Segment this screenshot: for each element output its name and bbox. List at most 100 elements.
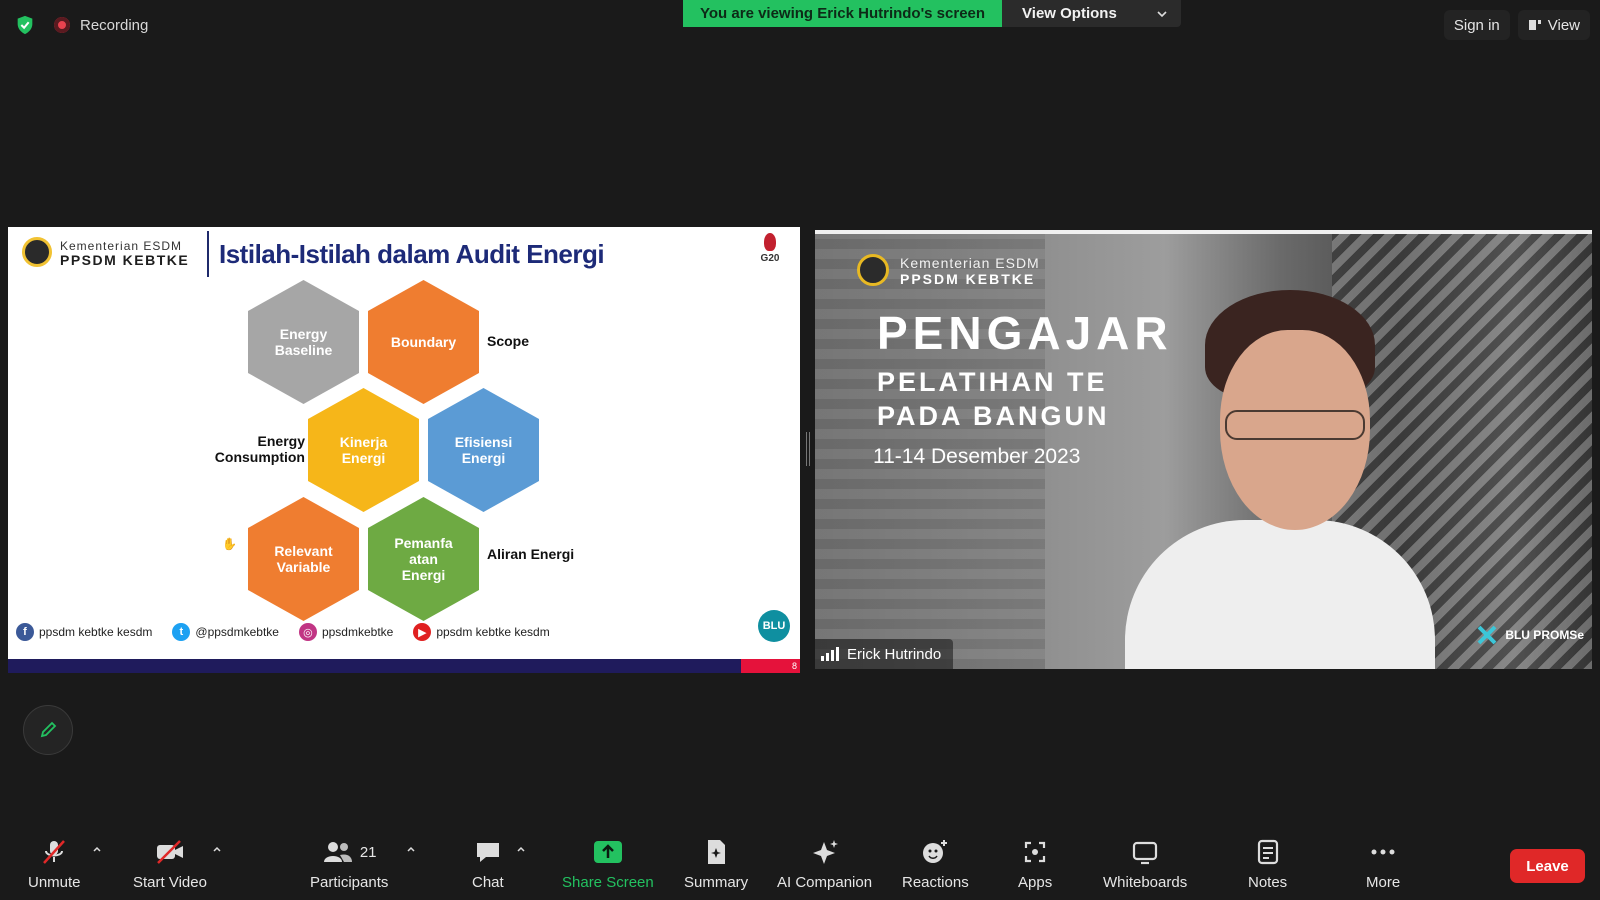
video-esdm-logo-icon	[857, 254, 889, 286]
apps-icon	[1024, 841, 1046, 863]
annotate-pencil-button[interactable]	[23, 705, 73, 755]
chat-options-caret-icon[interactable]	[516, 844, 526, 854]
sign-in-button[interactable]: Sign in	[1443, 10, 1510, 40]
video-top-border	[815, 230, 1592, 234]
social-twitter: t @ppsdmkebtke	[172, 623, 279, 641]
slide-org-line1: Kementerian ESDM	[60, 239, 183, 253]
esdm-logo-icon	[22, 237, 52, 267]
view-button[interactable]: View	[1517, 10, 1590, 40]
slide-org-line2: PPSDM KEBTKE	[60, 252, 190, 268]
video-background-date: 11-14 Desember 2023	[873, 445, 1081, 468]
chevron-down-icon	[1157, 10, 1167, 17]
footer-brand-text: BLU PROMSe	[1505, 628, 1584, 642]
g20-logo: G20	[758, 233, 782, 273]
leave-button[interactable]: Leave	[1510, 849, 1585, 883]
participants-icon-group: 21	[322, 838, 377, 866]
hexagon-efisiensi-energi: Efisiensi Energi	[428, 388, 539, 512]
summary-button[interactable]: Summary	[684, 838, 748, 891]
social-twitter-text: @ppsdmkebtke	[195, 625, 279, 639]
participants-label: Participants	[310, 874, 389, 891]
top-left-status: Recording	[12, 10, 148, 40]
top-right-controls: Sign in View	[1443, 10, 1590, 40]
participants-icon	[323, 842, 352, 862]
hexagon-kinerja-energi: Kinerja Energi	[308, 388, 419, 512]
shared-screen[interactable]: Kementerian ESDM PPSDM KEBTKE Istilah-Is…	[8, 227, 800, 673]
share-screen-button[interactable]: Share Screen	[562, 838, 654, 891]
promise-logo-icon	[1477, 625, 1497, 645]
reactions-smiley-icon	[923, 840, 948, 863]
meeting-toolbar: Unmute Start Video 21 Participants Chat …	[0, 830, 1600, 900]
split-resize-handle[interactable]	[806, 432, 810, 466]
viewing-screen-label: You are viewing Erick Hutrindo's screen	[683, 0, 1003, 27]
participants-count: 21	[359, 843, 377, 861]
person-glasses	[1225, 410, 1365, 440]
slide-header: Kementerian ESDM PPSDM KEBTKE Istilah-Is…	[8, 227, 800, 283]
social-youtube-text: ppsdm kebtke kesdm	[436, 625, 550, 639]
participant-name-tag: Erick Hutrindo	[815, 639, 954, 669]
video-org-line2: PPSDM KEBTKE	[900, 271, 1036, 287]
notes-icon	[1257, 839, 1278, 865]
mic-muted-icon	[43, 840, 66, 864]
chat-label: Chat	[472, 874, 504, 891]
summary-label: Summary	[684, 874, 749, 891]
participant-person	[1125, 290, 1435, 669]
screen-share-banner: You are viewing Erick Hutrindo's screen …	[683, 0, 1181, 27]
chat-icon	[476, 843, 499, 862]
video-footer-brand: BLU PROMSe	[1475, 623, 1584, 647]
ai-companion-label: AI Companion	[777, 874, 873, 891]
chat-button[interactable]: Chat	[472, 838, 504, 891]
start-video-label: Start Video	[133, 874, 207, 891]
participant-video-tile[interactable]: Kementerian ESDM PPSDM KEBTKE PENGAJAR P…	[815, 230, 1592, 669]
ai-sparkle-icon	[812, 840, 838, 864]
social-links: f ppsdm kebtke kesdm t @ppsdmkebtke ◎ pp…	[16, 623, 550, 641]
recording-indicator[interactable]: Recording	[54, 17, 148, 34]
more-label: More	[1366, 874, 1401, 891]
participant-name: Erick Hutrindo	[847, 645, 942, 663]
blu-logo: BLU	[758, 610, 790, 642]
unmute-button[interactable]: Unmute	[28, 838, 81, 891]
label-aliran-energi: Aliran Energi	[487, 546, 575, 562]
audio-options-caret-icon[interactable]	[92, 844, 102, 854]
view-label: View	[1547, 16, 1580, 34]
facebook-icon: f	[16, 623, 34, 641]
youtube-icon: ▶	[413, 623, 432, 641]
hexagon-pemanfaatan-energi: Pemanfa atan Energi	[368, 497, 479, 621]
slide-page-number: 8	[741, 659, 800, 673]
header-divider	[207, 231, 209, 277]
social-youtube: ▶ ppsdm kebtke kesdm	[413, 623, 550, 641]
g20-label: G20	[760, 253, 780, 264]
social-instagram: ◎ ppsdmkebtke	[298, 623, 393, 641]
sign-in-label: Sign in	[1453, 16, 1500, 34]
label-scope: Scope	[487, 333, 530, 349]
share-screen-icon	[593, 841, 622, 863]
unmute-label: Unmute	[28, 874, 81, 891]
apps-label: Apps	[1018, 874, 1053, 891]
label-energy-consumption: Energy Consumption	[214, 433, 305, 466]
video-off-icon	[156, 840, 183, 864]
connection-signal-icon	[821, 647, 839, 661]
security-shield-icon[interactable]	[12, 12, 38, 38]
hand-cursor-icon: ✋	[222, 537, 237, 551]
video-options-caret-icon[interactable]	[212, 844, 222, 854]
participants-button[interactable]: 21 Participants	[310, 838, 388, 891]
participants-options-caret-icon[interactable]	[406, 844, 416, 854]
pencil-icon	[40, 721, 57, 738]
more-button[interactable]: More	[1366, 838, 1400, 891]
ai-companion-button[interactable]: AI Companion	[777, 838, 872, 891]
whiteboards-button[interactable]: Whiteboards	[1103, 838, 1187, 891]
share-screen-label: Share Screen	[562, 874, 654, 891]
person-shirt	[1125, 520, 1435, 669]
more-dots-icon	[1371, 849, 1395, 855]
view-options-button[interactable]: View Options	[1002, 0, 1181, 27]
hexagon-energy-baseline: Energy Baseline	[248, 280, 359, 404]
view-options-label: View Options	[1022, 5, 1117, 22]
summary-icon	[708, 840, 726, 864]
start-video-button[interactable]: Start Video	[133, 838, 207, 891]
apps-button[interactable]: Apps	[1018, 838, 1052, 891]
hexagon-relevant-variable: Relevant Variable	[248, 497, 359, 621]
hexagon-boundary: Boundary	[368, 280, 479, 404]
slide-title: Istilah-Istilah dalam Audit Energi	[219, 239, 605, 269]
reactions-label: Reactions	[902, 874, 969, 891]
reactions-button[interactable]: Reactions	[902, 838, 969, 891]
notes-button[interactable]: Notes	[1248, 838, 1287, 891]
